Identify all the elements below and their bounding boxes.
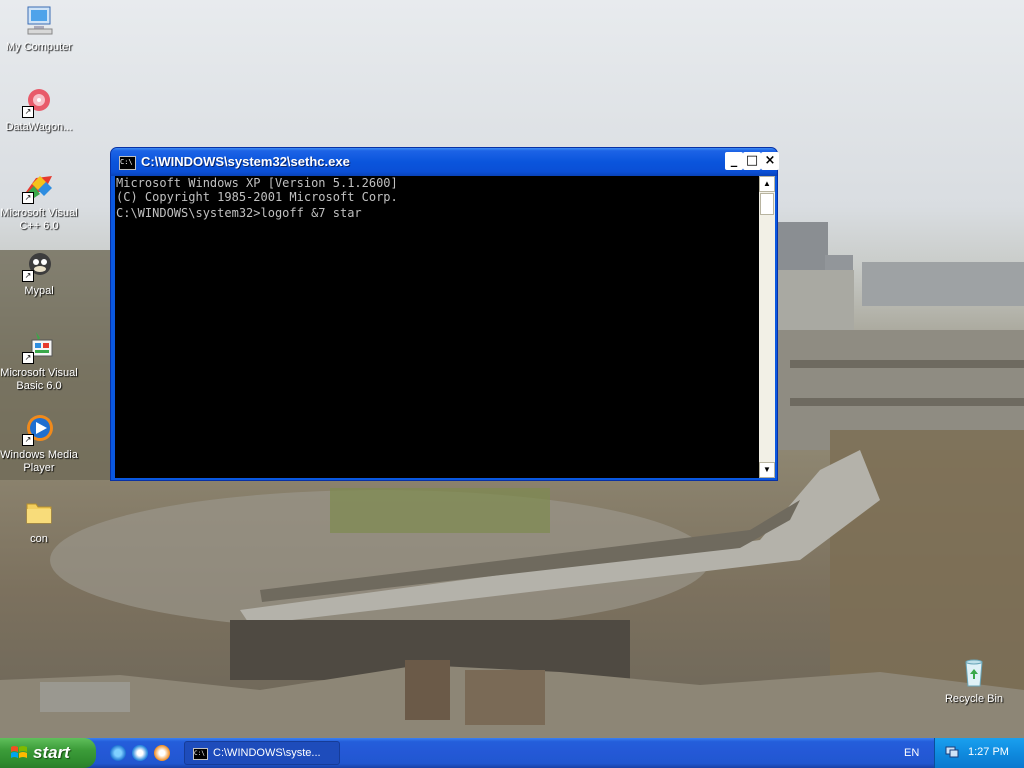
- desktop-icon-label: Recycle Bin: [944, 693, 1004, 705]
- network-icon[interactable]: [945, 746, 959, 758]
- shortcut-arrow-icon: ↗: [22, 192, 34, 204]
- media-player-quicklaunch-icon[interactable]: [154, 745, 170, 761]
- datawagon-icon: ↗: [22, 84, 56, 118]
- desktop-icon-visual-cpp[interactable]: ↗ Microsoft Visual C++ 6.0: [0, 170, 78, 233]
- desktop-icon-label: DataWagon...: [5, 121, 73, 133]
- shortcut-arrow-icon: ↗: [22, 434, 34, 446]
- visual-basic-icon: ↗: [22, 330, 56, 364]
- scroll-up-button[interactable]: ▲: [759, 176, 775, 192]
- mypal-icon: ↗: [22, 248, 56, 282]
- desktop-icon-mypal[interactable]: ↗ Mypal: [0, 248, 78, 298]
- maximize-button[interactable]: □: [743, 152, 761, 170]
- my-computer-icon: [22, 4, 56, 38]
- desktop-icon-label: Microsoft Visual C++ 6.0: [0, 207, 78, 232]
- console-app-icon[interactable]: C:\: [119, 156, 136, 170]
- outlook-express-icon[interactable]: [132, 745, 148, 761]
- desktop-icon-visual-basic[interactable]: ↗ Microsoft Visual Basic 6.0: [0, 330, 78, 393]
- close-button[interactable]: ×: [761, 152, 779, 170]
- desktop-icon-label: Mypal: [24, 285, 54, 297]
- console-prompt-line[interactable]: C:\WINDOWS\system32>logoff &7 star: [115, 206, 759, 220]
- desktop-icon-datawagon[interactable]: ↗ DataWagon...: [0, 84, 78, 134]
- console-app-icon: C:\: [193, 748, 208, 760]
- desktop-icon-label: My Computer: [5, 41, 73, 53]
- system-tray: 1:27 PM: [934, 738, 1024, 768]
- shortcut-arrow-icon: ↗: [22, 106, 34, 118]
- folder-icon: [22, 496, 56, 530]
- windows-logo-icon: [11, 746, 27, 758]
- vertical-scrollbar[interactable]: ▲ ▼: [759, 176, 775, 478]
- minimize-button[interactable]: _: [725, 152, 743, 170]
- desktop-icon-my-computer[interactable]: My Computer: [0, 4, 78, 54]
- taskbar: start C:\ C:\WINDOWS\syste... EN 1:27 PM: [0, 738, 1024, 768]
- internet-explorer-icon[interactable]: [110, 745, 126, 761]
- desktop-icon-recycle-bin[interactable]: Recycle Bin: [935, 656, 1013, 706]
- desktop-icon-label: con: [30, 533, 48, 545]
- shortcut-arrow-icon: ↗: [22, 352, 34, 364]
- console-window[interactable]: C:\ C:\WINDOWS\system32\sethc.exe _ □ × …: [110, 147, 779, 481]
- clock[interactable]: 1:27 PM: [968, 746, 1009, 758]
- scroll-thumb[interactable]: [760, 193, 774, 215]
- scroll-down-button[interactable]: ▼: [759, 462, 775, 478]
- shortcut-arrow-icon: ↗: [22, 270, 34, 282]
- start-label: start: [33, 743, 70, 762]
- media-player-icon: ↗: [22, 412, 56, 446]
- console-line: Microsoft Windows XP [Version 5.1.2600]: [116, 176, 398, 190]
- language-indicator[interactable]: EN: [904, 747, 919, 759]
- window-titlebar[interactable]: C:\ C:\WINDOWS\system32\sethc.exe _ □ ×: [111, 148, 779, 176]
- desktop-icon-label: Microsoft Visual Basic 6.0: [0, 367, 78, 392]
- start-button[interactable]: start: [0, 738, 96, 768]
- console-output[interactable]: Microsoft Windows XP [Version 5.1.2600] …: [115, 176, 759, 478]
- desktop-icon-media-player[interactable]: ↗ Windows Media Player: [0, 412, 78, 475]
- desktop-icon-con-folder[interactable]: con: [0, 496, 78, 546]
- taskbar-button-console[interactable]: C:\ C:\WINDOWS\syste...: [184, 741, 340, 765]
- desktop-icon-label: Windows Media Player: [0, 449, 78, 474]
- console-line: (C) Copyright 1985-2001 Microsoft Corp.: [116, 190, 398, 204]
- taskbar-button-label: C:\WINDOWS\syste...: [213, 747, 321, 759]
- window-title: C:\WINDOWS\system32\sethc.exe: [141, 154, 350, 169]
- visual-cpp-icon: ↗: [22, 170, 56, 204]
- recycle-bin-icon: [957, 656, 991, 690]
